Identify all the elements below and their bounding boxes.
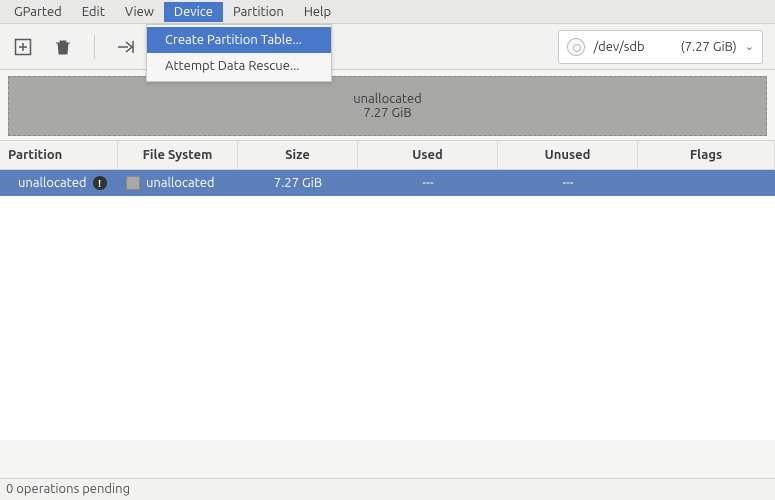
row-partition-name: unallocated [18, 176, 87, 190]
menu-partition[interactable]: Partition [223, 2, 294, 22]
trash-icon [54, 38, 72, 56]
menu-view[interactable]: View [115, 2, 164, 22]
header-used[interactable]: Used [358, 141, 498, 170]
apply-button[interactable] [115, 36, 137, 58]
apply-arrow-icon [116, 38, 136, 56]
menu-gparted[interactable]: GParted [4, 2, 72, 22]
table-row[interactable]: unallocated ! unallocated 7.27 GiB --- -… [0, 170, 775, 196]
header-flags[interactable]: Flags [638, 141, 775, 170]
partition-table-body: unallocated ! unallocated 7.27 GiB --- -… [0, 170, 775, 440]
row-unused: --- [498, 176, 638, 190]
header-size[interactable]: Size [238, 141, 358, 170]
chevron-down-icon: ⌄ [745, 40, 754, 53]
device-selector[interactable]: /dev/sdb (7.27 GiB) ⌄ [558, 30, 763, 64]
disk-map-container: unallocated 7.27 GiB [0, 70, 775, 140]
filesystem-swatch [126, 176, 140, 190]
header-partition[interactable]: Partition [0, 141, 118, 170]
new-icon [14, 38, 32, 56]
warning-icon: ! [93, 176, 107, 190]
header-unused[interactable]: Unused [498, 141, 638, 170]
device-dropdown: Create Partition Table... Attempt Data R… [146, 24, 332, 82]
row-used: --- [358, 176, 498, 190]
header-filesystem[interactable]: File System [118, 141, 238, 170]
status-text: 0 operations pending [6, 482, 130, 496]
menu-help[interactable]: Help [294, 2, 341, 22]
toolbar: /dev/sdb (7.27 GiB) ⌄ [0, 24, 775, 70]
delete-button[interactable] [52, 36, 74, 58]
menu-edit[interactable]: Edit [72, 2, 115, 22]
disk-icon [567, 38, 585, 56]
disk-map-unallocated[interactable]: unallocated 7.27 GiB [8, 76, 767, 136]
device-size: (7.27 GiB) [681, 40, 737, 54]
row-filesystem: unallocated [146, 176, 215, 190]
menubar: GParted Edit View Device Partition Help … [0, 0, 775, 24]
status-bar: 0 operations pending [0, 478, 775, 500]
diskmap-size: 7.27 GiB [363, 106, 411, 120]
row-size: 7.27 GiB [238, 176, 358, 190]
toolbar-separator [94, 35, 95, 59]
new-partition-button[interactable] [12, 36, 34, 58]
device-path: /dev/sdb [593, 40, 644, 54]
partition-table-header: Partition File System Size Used Unused F… [0, 140, 775, 170]
diskmap-label: unallocated [353, 92, 422, 106]
menu-create-partition-table[interactable]: Create Partition Table... [147, 27, 331, 53]
menu-attempt-data-rescue[interactable]: Attempt Data Rescue... [147, 53, 331, 79]
menu-device[interactable]: Device [164, 2, 223, 22]
